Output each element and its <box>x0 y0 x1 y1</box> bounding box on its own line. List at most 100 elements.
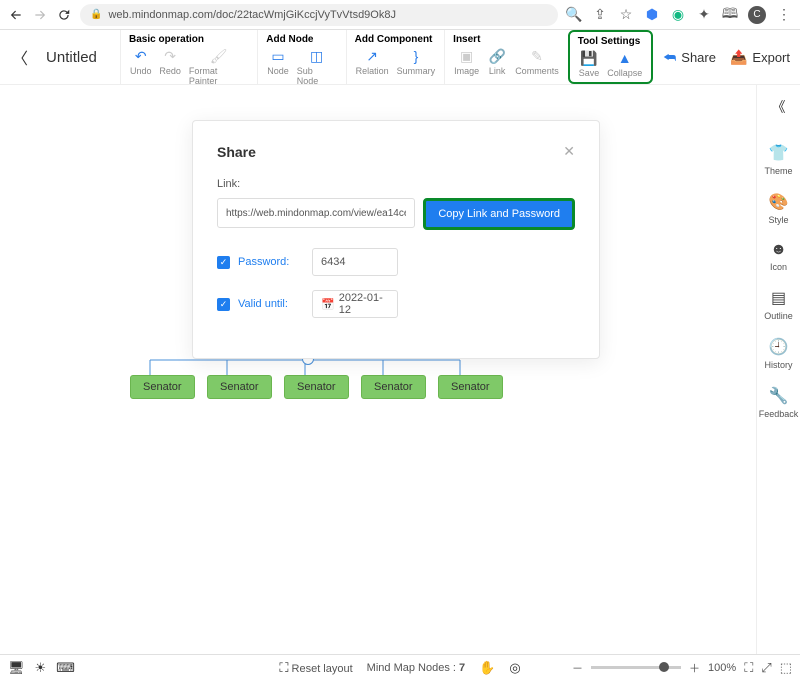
undo-button[interactable]: ↶Undo <box>127 46 154 88</box>
ribbon-addcomp-head: Add Component <box>353 32 439 46</box>
mindmap-child-node[interactable]: Senator <box>207 375 272 399</box>
valid-checkbox[interactable]: ✓ <box>217 298 230 311</box>
back-arrow-icon[interactable] <box>8 7 24 23</box>
sidebar-feedback[interactable]: 🔧Feedback <box>759 386 799 419</box>
share-link-input[interactable] <box>217 198 415 228</box>
pencil-icon: ✎ <box>529 48 545 64</box>
reading-list-icon[interactable]: 🕮 <box>722 7 738 23</box>
collapse-button[interactable]: ▲Collapse <box>604 48 645 80</box>
right-sidebar: 《 👕Theme 🎨Style ☻Icon ▤Outline 🕘History … <box>756 85 800 654</box>
menu-dots-icon[interactable]: ⋮ <box>776 7 792 23</box>
link-button[interactable]: 🔗Link <box>484 46 510 78</box>
url-bar[interactable]: 🔒 web.mindonmap.com/doc/22tacWmjGiKccjVy… <box>80 4 558 26</box>
smile-icon: ☻ <box>770 241 787 259</box>
relation-icon: ↗ <box>364 48 380 64</box>
grid-icon: ▤ <box>771 288 786 308</box>
mindmap-child-node[interactable]: Senator <box>284 375 349 399</box>
close-icon[interactable]: ✕ <box>563 143 575 160</box>
sidebar-style[interactable]: 🎨Style <box>768 192 788 225</box>
monitor-icon[interactable]: 🖥 <box>8 660 25 676</box>
collapse-icon: ▲ <box>617 50 633 66</box>
export-icon: 📤 <box>730 49 747 66</box>
save-icon: 💾 <box>581 50 597 66</box>
share-nav-icon[interactable]: ⇪ <box>592 7 608 23</box>
save-button[interactable]: 💾Save <box>576 48 603 80</box>
valid-until-label: Valid until: <box>238 298 304 310</box>
sidebar-theme[interactable]: 👕Theme <box>764 143 792 176</box>
node-button[interactable]: ▭Node <box>264 46 291 88</box>
redo-icon: ↷ <box>162 48 178 64</box>
share-dialog: Share ✕ Link: Copy Link and Password ✓ P… <box>192 120 600 359</box>
sidebar-collapse-icon[interactable]: 《 <box>772 93 786 127</box>
keyboard-icon[interactable]: ⌨ <box>56 660 75 676</box>
share-dialog-title: Share <box>217 144 256 160</box>
ribbon-addnode-head: Add Node <box>264 32 339 46</box>
browser-toolbar: 🔒 web.mindonmap.com/doc/22tacWmjGiKccjVy… <box>0 0 800 30</box>
link-icon: 🔗 <box>489 48 505 64</box>
url-text: web.mindonmap.com/doc/22tacWmjGiKccjVyTv… <box>108 9 396 21</box>
comments-button[interactable]: ✎Comments <box>512 46 562 78</box>
link-label: Link: <box>217 178 575 190</box>
corner1-icon[interactable]: ⛶ <box>744 660 753 676</box>
copy-link-button[interactable]: Copy Link and Password <box>423 198 575 230</box>
reset-layout-button[interactable]: ⛶ Reset layout <box>279 660 352 676</box>
summary-icon: } <box>408 48 424 64</box>
password-input[interactable] <box>312 248 398 276</box>
redo-button[interactable]: ↷Redo <box>156 46 183 88</box>
clock-icon: 🕘 <box>769 337 789 357</box>
hand-icon[interactable]: ✋ <box>479 660 495 676</box>
zoom-level: 100% <box>708 662 736 674</box>
avatar[interactable]: C <box>748 6 766 24</box>
wrench-icon: 🔧 <box>769 386 789 406</box>
reload-icon[interactable] <box>56 7 72 23</box>
mindmap-child-node[interactable]: Senator <box>361 375 426 399</box>
sidebar-outline[interactable]: ▤Outline <box>764 288 793 321</box>
zoom-icon[interactable]: 🔍 <box>566 7 582 23</box>
ribbon-tools-head: Tool Settings <box>576 34 646 48</box>
app-header: 〈 Untitled Basic operation ↶Undo ↷Redo 🖌… <box>0 30 800 85</box>
share-icon: ⮪ <box>663 49 676 66</box>
palette-icon: 🎨 <box>769 192 789 212</box>
subnode-button[interactable]: ◫Sub Node <box>294 46 340 88</box>
summary-button[interactable]: }Summary <box>394 46 439 78</box>
doc-title[interactable]: Untitled <box>46 49 97 66</box>
password-checkbox[interactable]: ✓ <box>217 256 230 269</box>
undo-icon: ↶ <box>133 48 149 64</box>
star-icon[interactable]: ☆ <box>618 7 634 23</box>
node-icon: ▭ <box>270 48 286 64</box>
lock-icon: 🔒 <box>90 9 102 20</box>
status-bar: 🖥 ☀ ⌨ ⛶ Reset layout Mind Map Nodes : 7 … <box>0 654 800 680</box>
image-icon: ▣ <box>459 48 475 64</box>
share-button[interactable]: ⮪Share <box>663 49 716 66</box>
password-label: Password: <box>238 256 304 268</box>
ribbon-basic-head: Basic operation <box>127 32 251 46</box>
format-painter-button[interactable]: 🖌Format Painter <box>186 46 251 88</box>
sun-icon[interactable]: ☀ <box>35 660 47 676</box>
relation-button[interactable]: ↗Relation <box>353 46 392 78</box>
export-button[interactable]: 📤Export <box>730 49 790 66</box>
zoom-in-button[interactable]: ＋ <box>689 660 700 676</box>
doc-back-icon[interactable]: 〈 <box>12 45 28 69</box>
fit-icon[interactable]: ⬚ <box>780 660 792 676</box>
sidebar-history[interactable]: 🕘History <box>764 337 792 370</box>
brush-icon: 🖌 <box>211 48 227 64</box>
mindmap-child-node[interactable]: Senator <box>130 375 195 399</box>
ext1-icon[interactable]: ⬢ <box>644 7 660 23</box>
ext2-icon[interactable]: ◉ <box>670 7 686 23</box>
node-count: Mind Map Nodes : 7 <box>367 662 465 674</box>
image-button[interactable]: ▣Image <box>451 46 482 78</box>
zoom-slider[interactable] <box>591 666 681 669</box>
subnode-icon: ◫ <box>309 48 325 64</box>
mindmap-child-node[interactable]: Senator <box>438 375 503 399</box>
reset-icon: ⛶ <box>279 660 288 675</box>
valid-until-input[interactable]: 📅 2022-01-12 <box>312 290 398 318</box>
sidebar-icon[interactable]: ☻Icon <box>770 241 787 272</box>
ribbon-insert-head: Insert <box>451 32 562 46</box>
fullscreen-icon[interactable]: ⤢ <box>761 660 771 676</box>
zoom-out-button[interactable]: － <box>572 660 583 676</box>
extensions-icon[interactable]: ✦ <box>696 7 712 23</box>
tshirt-icon: 👕 <box>769 143 789 163</box>
forward-arrow-icon[interactable] <box>32 7 48 23</box>
calendar-icon: 📅 <box>321 298 335 311</box>
target-icon[interactable]: ◎ <box>509 660 520 676</box>
